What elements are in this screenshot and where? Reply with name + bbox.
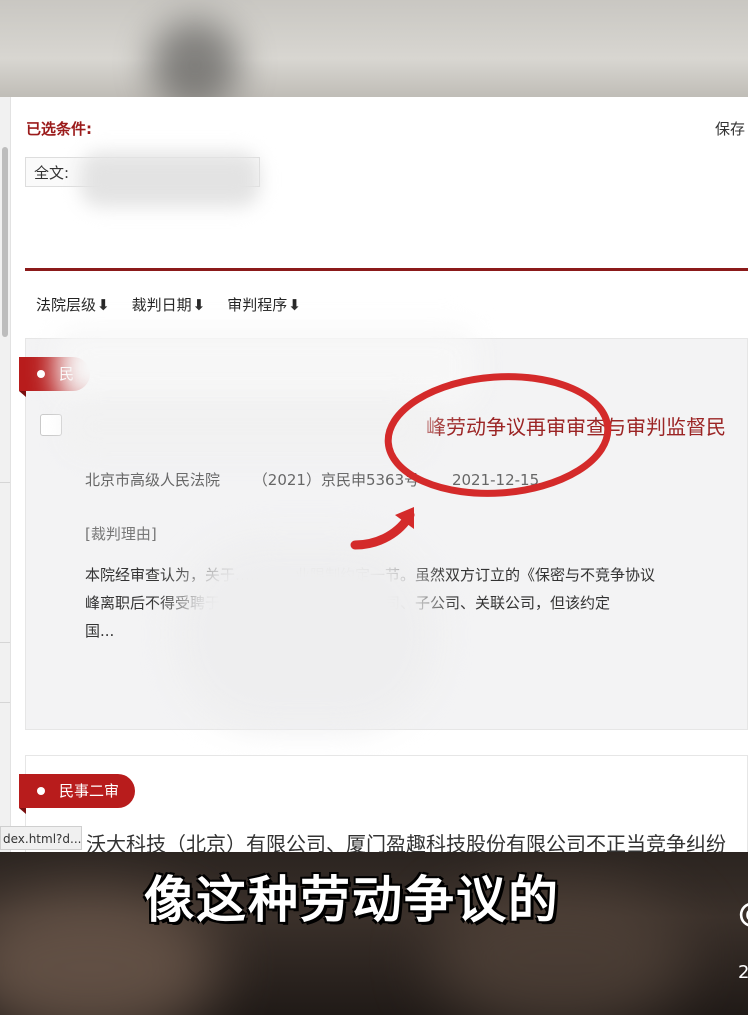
side-scrollbar[interactable] xyxy=(0,97,11,852)
sort-bar: 法院层级⬇ 裁判日期⬇ 审判程序⬇ xyxy=(36,294,301,315)
judgment-date: 2021-12-15 xyxy=(451,471,540,489)
sort-judgment-date[interactable]: 裁判日期⬇ xyxy=(132,294,206,315)
judgment-reason-label: [裁判理由] xyxy=(85,525,157,543)
status-bar-url: dex.html?d... xyxy=(0,826,82,850)
edge-watermark-glyph: @ xyxy=(738,896,748,929)
scrollbar-thumb[interactable] xyxy=(2,147,8,337)
result-card: 民 峰劳动争议再审审查与审判监督民 北京市高级人民法院 （2021）京民申536… xyxy=(19,329,748,730)
select-case-checkbox[interactable] xyxy=(40,414,62,436)
case-meta: 北京市高级人民法院 （2021）京民申5363号 2021-12-15 xyxy=(85,469,567,490)
sort-court-level[interactable]: 法院层级⬇ xyxy=(36,294,110,315)
case-number: （2021）京民申5363号 xyxy=(252,471,420,489)
redacted-title-region xyxy=(56,329,476,404)
fulltext-label: 全文: xyxy=(34,164,70,182)
section-divider xyxy=(25,268,748,271)
browser-screen: 已选条件: 保存 全文: 法院层级⬇ 裁判日期⬇ 审判程序⬇ 民 峰劳动争议再审… xyxy=(0,97,748,852)
redacted-party-names xyxy=(66,399,426,454)
result-card: 民事二审 沃大科技（北京）有限公司、厦门盈趣科技股份有限公司不正当竞争纠纷 xyxy=(19,755,748,852)
selected-conditions-title: 已选条件: xyxy=(26,120,92,138)
sort-trial-procedure[interactable]: 审判程序⬇ xyxy=(227,294,301,315)
redacted-keyword xyxy=(80,152,260,207)
court-name: 北京市高级人民法院 xyxy=(85,471,221,489)
case-type-ribbon: 民事二审 xyxy=(19,774,136,814)
case-title-link[interactable]: 沃大科技（北京）有限公司、厦门盈趣科技股份有限公司不正当竞争纠纷 xyxy=(86,828,726,852)
video-subtitle: 像这种劳动争议的 xyxy=(144,871,560,929)
edge-watermark-number: 2 xyxy=(738,962,748,983)
case-title-link[interactable]: 峰劳动争议再审审查与审判监督民 xyxy=(426,411,726,440)
redacted-summary-region xyxy=(176,539,436,729)
save-conditions-link[interactable]: 保存 xyxy=(715,118,745,139)
video-frame-top xyxy=(0,0,748,110)
